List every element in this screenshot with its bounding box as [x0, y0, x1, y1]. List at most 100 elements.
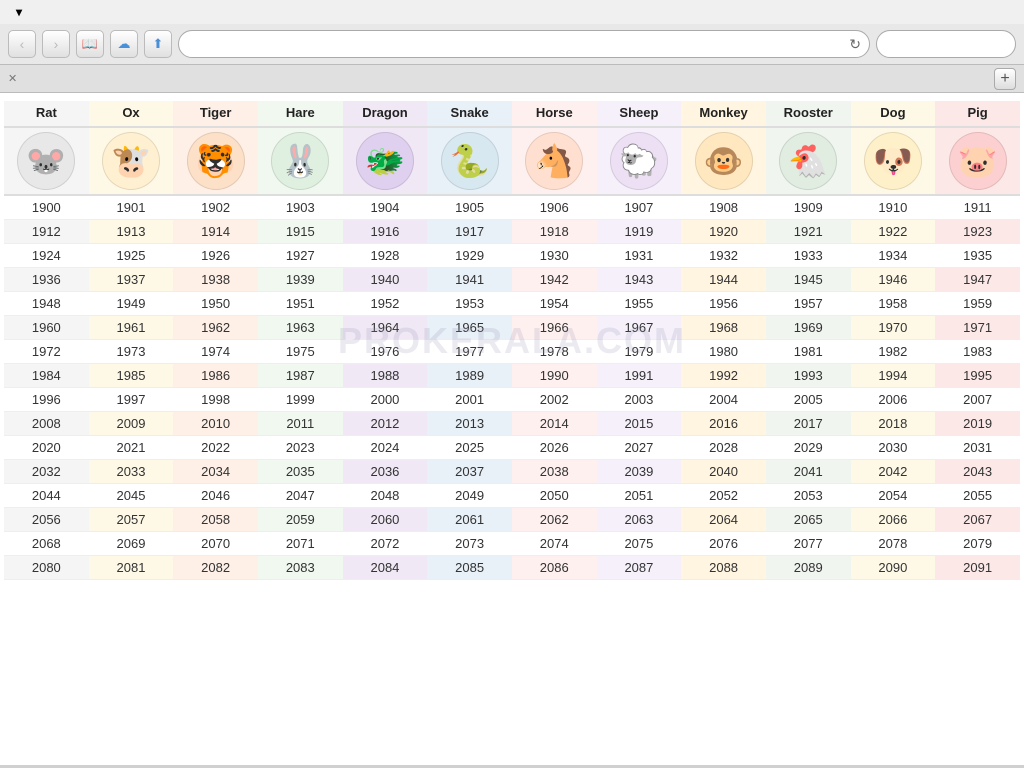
- year-cell: 1924: [4, 244, 89, 268]
- year-cell: 2032: [4, 460, 89, 484]
- year-cell: 1905: [427, 195, 512, 220]
- year-cell: 2007: [935, 388, 1020, 412]
- year-cell: 1942: [512, 268, 597, 292]
- year-cell: 2056: [4, 508, 89, 532]
- year-cell: 2005: [766, 388, 851, 412]
- table-row: 1924192519261927192819291930193119321933…: [4, 244, 1020, 268]
- year-cell: 2028: [681, 436, 766, 460]
- year-cell: 1960: [4, 316, 89, 340]
- year-cell: 1973: [89, 340, 174, 364]
- year-cell: 1917: [427, 220, 512, 244]
- year-cell: 1948: [4, 292, 89, 316]
- content-area: RatOxTigerHareDragonSnakeHorseSheepMonke…: [0, 93, 1024, 765]
- content-wrapper: RatOxTigerHareDragonSnakeHorseSheepMonke…: [0, 93, 1024, 588]
- year-cell: 2001: [427, 388, 512, 412]
- year-cell: 2002: [512, 388, 597, 412]
- year-cell: 2009: [89, 412, 174, 436]
- table-row: 2032203320342035203620372038203920402041…: [4, 460, 1020, 484]
- year-cell: 1956: [681, 292, 766, 316]
- url-bar[interactable]: ↻: [178, 30, 870, 58]
- year-cell: 2077: [766, 532, 851, 556]
- icon-dog: 🐶: [851, 127, 936, 195]
- year-cell: 2049: [427, 484, 512, 508]
- year-cell: 2089: [766, 556, 851, 580]
- icon-snake: 🐍: [427, 127, 512, 195]
- year-cell: 2044: [4, 484, 89, 508]
- year-cell: 1949: [89, 292, 174, 316]
- year-cell: 2064: [681, 508, 766, 532]
- year-cell: 1992: [681, 364, 766, 388]
- icon-pig: 🐷: [935, 127, 1020, 195]
- year-cell: 1971: [935, 316, 1020, 340]
- year-cell: 2029: [766, 436, 851, 460]
- bookmarks-button[interactable]: 📖: [76, 30, 104, 58]
- year-cell: 2000: [343, 388, 428, 412]
- year-cell: 2069: [89, 532, 174, 556]
- year-cell: 1976: [343, 340, 428, 364]
- zodiac-container: RatOxTigerHareDragonSnakeHorseSheepMonke…: [0, 93, 1024, 588]
- year-cell: 1911: [935, 195, 1020, 220]
- year-cell: 2026: [512, 436, 597, 460]
- icon-sheep: 🐑: [597, 127, 682, 195]
- year-cell: 1945: [766, 268, 851, 292]
- year-cell: 2023: [258, 436, 343, 460]
- icon-rat: 🐭: [4, 127, 89, 195]
- year-cell: 2061: [427, 508, 512, 532]
- zodiac-table: RatOxTigerHareDragonSnakeHorseSheepMonke…: [4, 101, 1020, 580]
- status-left: ▾: [10, 5, 22, 19]
- year-cell: 1914: [173, 220, 258, 244]
- year-cell: 1953: [427, 292, 512, 316]
- share-button[interactable]: ⬆: [144, 30, 172, 58]
- year-cell: 2058: [173, 508, 258, 532]
- year-cell: 1909: [766, 195, 851, 220]
- year-cell: 2080: [4, 556, 89, 580]
- year-cell: 1954: [512, 292, 597, 316]
- year-cell: 1978: [512, 340, 597, 364]
- year-cell: 2071: [258, 532, 343, 556]
- year-cell: 2074: [512, 532, 597, 556]
- year-cell: 1995: [935, 364, 1020, 388]
- year-cell: 2024: [343, 436, 428, 460]
- year-cell: 2055: [935, 484, 1020, 508]
- year-cell: 1912: [4, 220, 89, 244]
- year-cell: 2038: [512, 460, 597, 484]
- year-cell: 2041: [766, 460, 851, 484]
- year-cell: 1939: [258, 268, 343, 292]
- year-cell: 2084: [343, 556, 428, 580]
- reload-button[interactable]: ↻: [849, 36, 861, 53]
- new-tab-button[interactable]: +: [994, 68, 1016, 90]
- year-cell: 1970: [851, 316, 936, 340]
- year-cell: 1932: [681, 244, 766, 268]
- tab-close-button[interactable]: ✕: [8, 72, 17, 85]
- year-cell: 1997: [89, 388, 174, 412]
- table-row: 2044204520462047204820492050205120522053…: [4, 484, 1020, 508]
- header-ox: Ox: [89, 101, 174, 127]
- cloud-button[interactable]: ☁: [110, 30, 138, 58]
- year-cell: 2076: [681, 532, 766, 556]
- wifi-icon: ▾: [16, 5, 22, 19]
- year-cell: 1944: [681, 268, 766, 292]
- year-cell: 1965: [427, 316, 512, 340]
- year-cell: 1969: [766, 316, 851, 340]
- back-button[interactable]: ‹: [8, 30, 36, 58]
- year-cell: 2079: [935, 532, 1020, 556]
- search-bar[interactable]: [876, 30, 1016, 58]
- year-cell: 1901: [89, 195, 174, 220]
- year-cell: 1951: [258, 292, 343, 316]
- year-cell: 2010: [173, 412, 258, 436]
- year-cell: 2073: [427, 532, 512, 556]
- header-dog: Dog: [851, 101, 936, 127]
- year-cell: 1957: [766, 292, 851, 316]
- forward-button[interactable]: ›: [42, 30, 70, 58]
- year-cell: 1927: [258, 244, 343, 268]
- year-cell: 1959: [935, 292, 1020, 316]
- year-cell: 1926: [173, 244, 258, 268]
- header-rooster: Rooster: [766, 101, 851, 127]
- table-row: 1900190119021903190419051906190719081909…: [4, 195, 1020, 220]
- year-cell: 1972: [4, 340, 89, 364]
- year-cell: 1943: [597, 268, 682, 292]
- table-row: 1936193719381939194019411942194319441945…: [4, 268, 1020, 292]
- year-cell: 1946: [851, 268, 936, 292]
- year-cell: 1964: [343, 316, 428, 340]
- header-horse: Horse: [512, 101, 597, 127]
